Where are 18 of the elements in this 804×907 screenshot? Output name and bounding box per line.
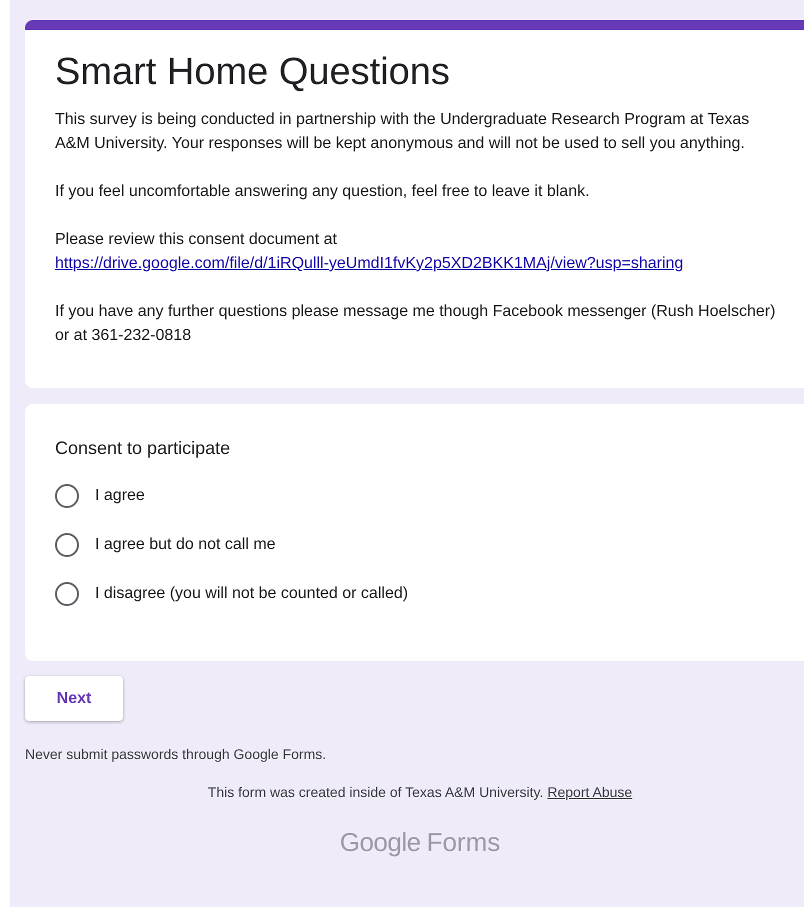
radio-button[interactable]: [55, 582, 79, 606]
question-title: Consent to participate: [55, 437, 232, 460]
option-label: I agree: [95, 486, 145, 506]
description-text: Please review this consent document at: [55, 230, 338, 250]
option-label: I disagree (you will not be counted or called): [95, 584, 408, 604]
consent-document-link[interactable]: https://drive.google.com/file/d/1iRQulll-yeUmdI1fvKy2p5XD2BKK1MAj/view?usp=sharing: [55, 252, 785, 276]
report-abuse-link[interactable]: Report Abuse: [547, 783, 632, 801]
description-text: This survey is being conducted in partnership with the Undergraduate Research Program at Texas A&M University. Your responses will be kept anonymous and will not be used to sell you anything.: [55, 110, 750, 154]
option-label: I agree but do not call me: [95, 535, 276, 555]
google-forms-logo: Google Forms: [338, 827, 502, 857]
next-button[interactable]: Next: [25, 676, 123, 721]
password-warning: Never submit passwords through Google Forms.: [25, 745, 328, 763]
footer-text: This form was created inside of Texas A&M University.: [208, 783, 544, 801]
radio-button[interactable]: [55, 484, 79, 508]
description-text: If you have any further questions please message me though Facebook messenger (Rush Hoelscher) or at 361-232-0818: [55, 302, 776, 346]
description-text: If you feel uncomfortable answering any question, feel free to leave it blank.: [55, 182, 591, 202]
radio-button[interactable]: [55, 533, 79, 557]
form-title: Smart Home Questions: [55, 50, 451, 95]
